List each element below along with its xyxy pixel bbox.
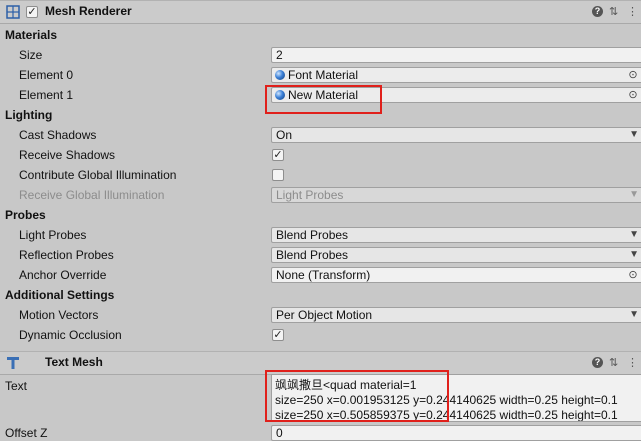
offset-z-field[interactable]: 0 xyxy=(271,425,641,441)
chevron-down-icon: ▼ xyxy=(629,249,639,260)
object-picker-icon[interactable]: ⊙ xyxy=(627,269,639,281)
component-title: Text Mesh xyxy=(45,355,103,369)
mesh-renderer-icon xyxy=(6,5,20,19)
help-icon[interactable]: ? xyxy=(592,357,603,368)
element1-value: New Material xyxy=(288,88,359,102)
text-mesh-icon xyxy=(7,357,19,369)
dynamic-occlusion-checkbox[interactable]: ✓ xyxy=(272,329,284,341)
reflection-probes-label: Reflection Probes xyxy=(19,248,114,262)
text-label: Text xyxy=(5,379,28,393)
reflection-probes-dropdown[interactable]: Blend Probes ▼ xyxy=(271,247,641,263)
size-field[interactable]: 2 xyxy=(271,47,641,63)
text-line-1: 飒飒撒旦<quad material=1 xyxy=(275,378,417,392)
chevron-down-icon: ▼ xyxy=(629,309,639,320)
motion-vectors-value: Per Object Motion xyxy=(276,308,373,322)
element0-value: Font Material xyxy=(288,68,359,82)
anchor-override-label: Anchor Override xyxy=(19,268,107,282)
more-options-icon[interactable]: ⋮ xyxy=(627,356,638,370)
chevron-down-icon: ▼ xyxy=(629,229,639,240)
motion-vectors-dropdown[interactable]: Per Object Motion ▼ xyxy=(271,307,641,323)
presets-icon[interactable]: ⇅ xyxy=(609,356,618,370)
receive-gi-value: Light Probes xyxy=(276,188,344,202)
text-line-2: size=250 x=0.001953125 y=0.244140625 wid… xyxy=(275,393,618,407)
material-icon xyxy=(275,70,285,80)
element1-label: Element 1 xyxy=(19,88,74,102)
light-probes-value: Blend Probes xyxy=(276,228,349,242)
receive-gi-label: Receive Global Illumination xyxy=(19,188,165,202)
text-mesh-header[interactable]: Text Mesh ? ⇅ ⋮ xyxy=(0,351,641,375)
cast-shadows-label: Cast Shadows xyxy=(19,128,97,142)
more-options-icon[interactable]: ⋮ xyxy=(627,5,638,19)
presets-icon[interactable]: ⇅ xyxy=(609,5,618,19)
size-label: Size xyxy=(19,48,43,62)
object-picker-icon[interactable]: ⊙ xyxy=(627,69,639,81)
help-icon[interactable]: ? xyxy=(592,6,603,17)
cast-shadows-dropdown[interactable]: On ▼ xyxy=(271,127,641,143)
light-probes-label: Light Probes xyxy=(19,228,87,242)
contribute-gi-checkbox[interactable] xyxy=(272,169,284,181)
dynamic-occlusion-label: Dynamic Occlusion xyxy=(19,328,122,342)
cast-shadows-value: On xyxy=(276,128,293,142)
chevron-down-icon: ▼ xyxy=(629,189,639,200)
anchor-override-value: None (Transform) xyxy=(276,268,371,282)
element0-label: Element 0 xyxy=(19,68,74,82)
anchor-override-field[interactable]: None (Transform) ⊙ xyxy=(271,267,641,283)
material-icon xyxy=(275,90,285,100)
receive-shadows-label: Receive Shadows xyxy=(19,148,116,162)
section-lighting[interactable]: Lighting xyxy=(5,108,52,122)
light-probes-dropdown[interactable]: Blend Probes ▼ xyxy=(271,227,641,243)
element1-field[interactable]: New Material ⊙ xyxy=(271,87,641,103)
chevron-down-icon: ▼ xyxy=(629,129,639,140)
section-additional-settings[interactable]: Additional Settings xyxy=(5,288,114,302)
object-picker-icon[interactable]: ⊙ xyxy=(627,89,639,101)
receive-shadows-checkbox[interactable]: ✓ xyxy=(272,149,284,161)
element0-field[interactable]: Font Material ⊙ xyxy=(271,67,641,83)
component-title: Mesh Renderer xyxy=(45,4,132,18)
receive-gi-dropdown: Light Probes ▼ xyxy=(271,187,641,203)
offset-z-label: Offset Z xyxy=(5,426,48,440)
mesh-renderer-enabled-checkbox[interactable]: ✓ xyxy=(26,6,38,18)
text-input[interactable]: 飒飒撒旦<quad material=1 size=250 x=0.0019531… xyxy=(271,374,641,422)
contribute-gi-label: Contribute Global Illumination xyxy=(19,168,177,182)
motion-vectors-label: Motion Vectors xyxy=(19,308,99,322)
section-materials[interactable]: Materials xyxy=(5,28,57,42)
reflection-probes-value: Blend Probes xyxy=(276,248,349,262)
mesh-renderer-header[interactable]: ✓ Mesh Renderer ? ⇅ ⋮ xyxy=(0,0,641,24)
text-line-3: size=250 x=0.505859375 y=0.244140625 wid… xyxy=(275,408,618,422)
section-probes[interactable]: Probes xyxy=(5,208,46,222)
